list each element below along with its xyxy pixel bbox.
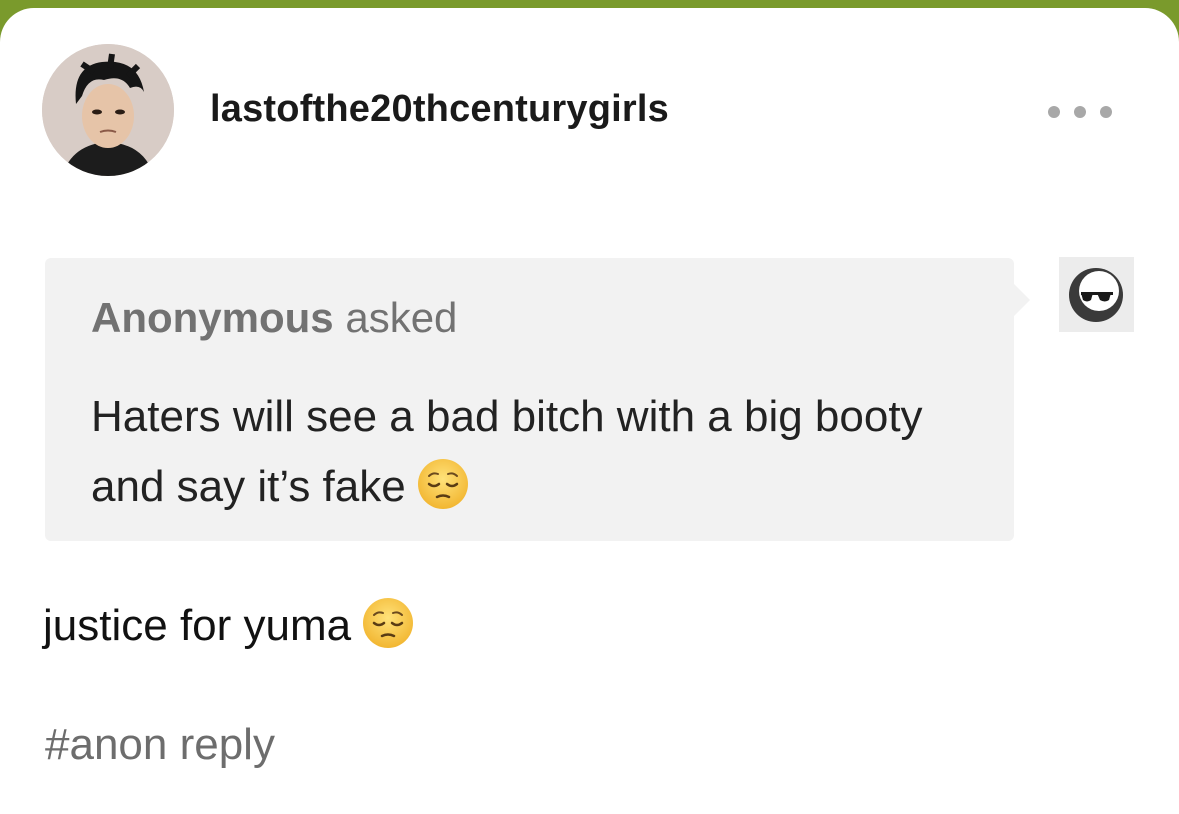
asker-line: Anonymous asked [91, 294, 457, 342]
user-avatar[interactable] [42, 44, 174, 176]
asked-label: asked [345, 294, 458, 341]
ask-bubble: Anonymous asked Haters will see a bad bi… [45, 258, 1030, 541]
asker-name: Anonymous [91, 294, 334, 341]
dot-icon [1074, 106, 1086, 118]
avatar-photo-icon [42, 44, 174, 176]
pensive-face-emoji-icon [417, 459, 468, 509]
anonymous-avatar[interactable] [1059, 257, 1134, 332]
more-options-icon[interactable] [1048, 100, 1112, 124]
post-username[interactable]: lastofthe20thcenturygirls [210, 88, 669, 131]
anonymous-sunglasses-icon [1059, 257, 1134, 332]
question-text: Haters will see a bad bitch with a big b… [91, 392, 923, 511]
dot-icon [1048, 106, 1060, 118]
post-card: lastofthe20thcenturygirls Anonymous aske… [0, 8, 1179, 814]
ask-question: Haters will see a bad bitch with a big b… [91, 382, 951, 522]
reply-text: justice for yuma [43, 596, 415, 651]
post-tag-link[interactable]: #anon reply [45, 720, 275, 770]
reply-body: justice for yuma [43, 601, 352, 650]
dot-icon [1100, 106, 1112, 118]
pensive-face-emoji-icon [363, 598, 414, 648]
